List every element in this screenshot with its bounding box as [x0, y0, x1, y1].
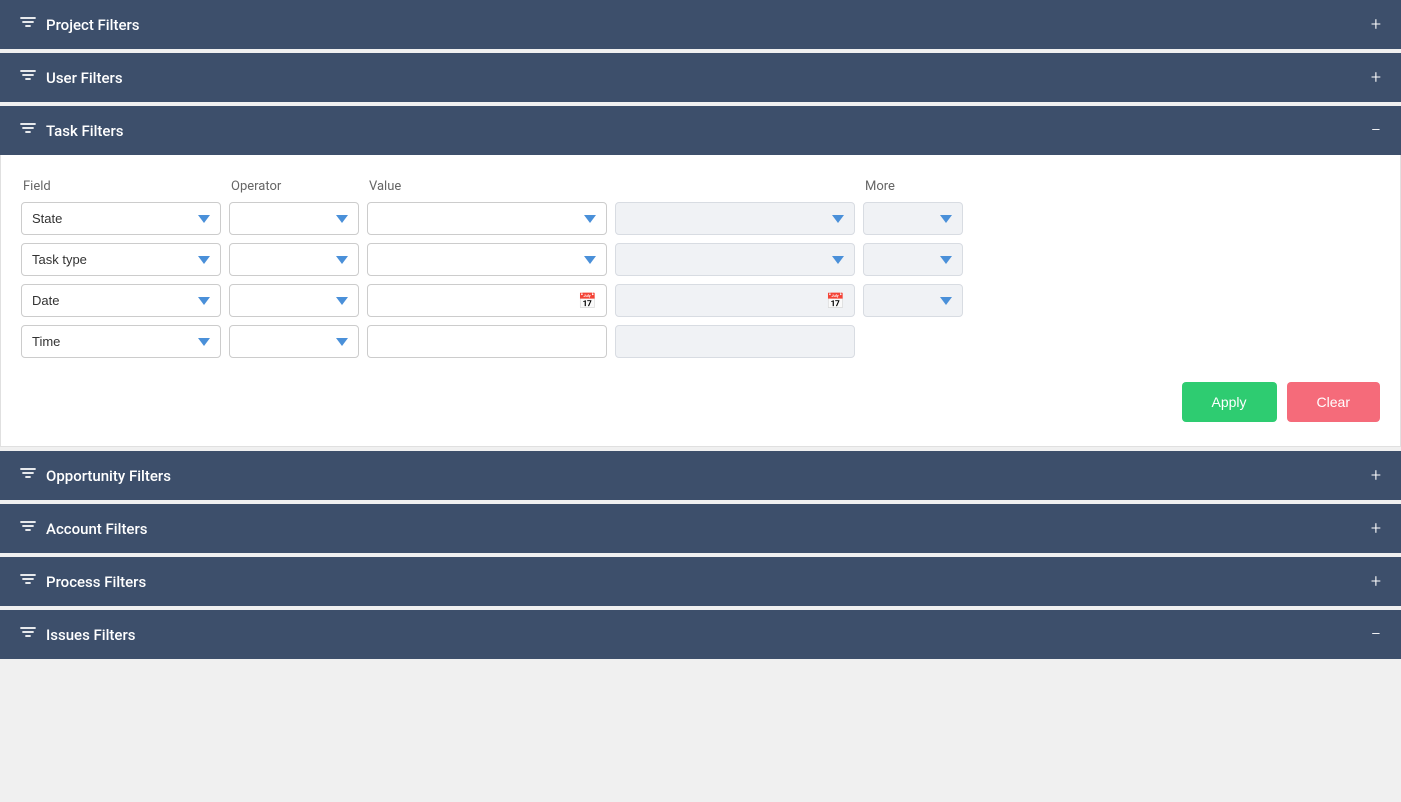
opportunity-filters-section: Opportunity Filters + [0, 451, 1401, 500]
more-select-row1[interactable] [863, 202, 963, 235]
account-filters-header[interactable]: Account Filters + [0, 504, 1401, 553]
filter-icon-project [20, 15, 36, 35]
field-column-label: Field [21, 179, 221, 194]
issues-filters-header[interactable]: Issues Filters − [0, 610, 1401, 659]
operator-select-row4[interactable] [229, 325, 359, 358]
value-column-label: Value [367, 179, 607, 194]
value1-select-row1[interactable] [367, 202, 607, 235]
user-filters-label: User Filters [46, 69, 123, 87]
process-filters-label: Process Filters [46, 573, 146, 591]
action-buttons: Apply Clear [21, 382, 1380, 422]
user-filters-section: User Filters + [0, 53, 1401, 102]
operator-select-row3[interactable] [229, 284, 359, 317]
process-filters-header[interactable]: Process Filters + [0, 557, 1401, 606]
date-input-1[interactable] [367, 284, 607, 317]
user-filters-toggle[interactable]: + [1371, 67, 1381, 88]
table-row: Date 📅 📅 [21, 284, 1380, 317]
opportunity-filters-label: Opportunity Filters [46, 467, 171, 485]
opportunity-filters-toggle[interactable]: + [1371, 465, 1381, 486]
issues-filters-toggle[interactable]: − [1371, 624, 1381, 645]
apply-button[interactable]: Apply [1182, 382, 1277, 422]
filter-rows: State Task type [21, 202, 1380, 358]
filter-icon-opportunity [20, 466, 36, 486]
more-column-label: More [863, 179, 963, 194]
task-filters-content: Field Operator Value More State [0, 155, 1401, 447]
operator-select-row2[interactable] [229, 243, 359, 276]
value2-select-row1[interactable] [615, 202, 855, 235]
table-row: Time [21, 325, 1380, 358]
task-filters-toggle[interactable]: − [1371, 120, 1381, 141]
date-input-2-wrapper: 📅 [615, 284, 855, 317]
operator-select-row1[interactable] [229, 202, 359, 235]
table-row: Task type [21, 243, 1380, 276]
project-filters-section: Project Filters + [0, 0, 1401, 49]
value1-select-row2[interactable] [367, 243, 607, 276]
account-filters-section: Account Filters + [0, 504, 1401, 553]
table-row: State [21, 202, 1380, 235]
opportunity-filters-header[interactable]: Opportunity Filters + [0, 451, 1401, 500]
process-filters-section: Process Filters + [0, 557, 1401, 606]
account-filters-toggle[interactable]: + [1371, 518, 1381, 539]
user-filters-header[interactable]: User Filters + [0, 53, 1401, 102]
issues-filters-section: Issues Filters − [0, 610, 1401, 659]
task-filters-header[interactable]: Task Filters − [0, 106, 1401, 155]
more-select-row2[interactable] [863, 243, 963, 276]
process-filters-toggle[interactable]: + [1371, 571, 1381, 592]
issues-filters-label: Issues Filters [46, 626, 135, 644]
filter-icon-issues [20, 625, 36, 645]
field-select-row1[interactable]: State [21, 202, 221, 235]
field-select-row4[interactable]: Time [21, 325, 221, 358]
task-filters-label: Task Filters [46, 122, 123, 140]
value2-select-row2[interactable] [615, 243, 855, 276]
time-value-input-1[interactable] [367, 325, 607, 358]
task-filters-section: Task Filters − Field Operator Value More… [0, 106, 1401, 447]
date-input-1-wrapper: 📅 [367, 284, 607, 317]
project-filters-toggle[interactable]: + [1371, 14, 1381, 35]
filter-column-headers: Field Operator Value More [21, 179, 1380, 194]
filter-icon-task [20, 121, 36, 141]
filter-icon-process [20, 572, 36, 592]
account-filters-label: Account Filters [46, 520, 148, 538]
clear-button[interactable]: Clear [1287, 382, 1380, 422]
date-input-2[interactable] [615, 284, 855, 317]
field-select-row3[interactable]: Date [21, 284, 221, 317]
project-filters-header[interactable]: Project Filters + [0, 0, 1401, 49]
more-select-row3[interactable] [863, 284, 963, 317]
operator-column-label: Operator [229, 179, 359, 194]
project-filters-label: Project Filters [46, 16, 140, 34]
filter-icon-user [20, 68, 36, 88]
field-select-row2[interactable]: Task type [21, 243, 221, 276]
time-value-input-2[interactable] [615, 325, 855, 358]
filter-icon-account [20, 519, 36, 539]
